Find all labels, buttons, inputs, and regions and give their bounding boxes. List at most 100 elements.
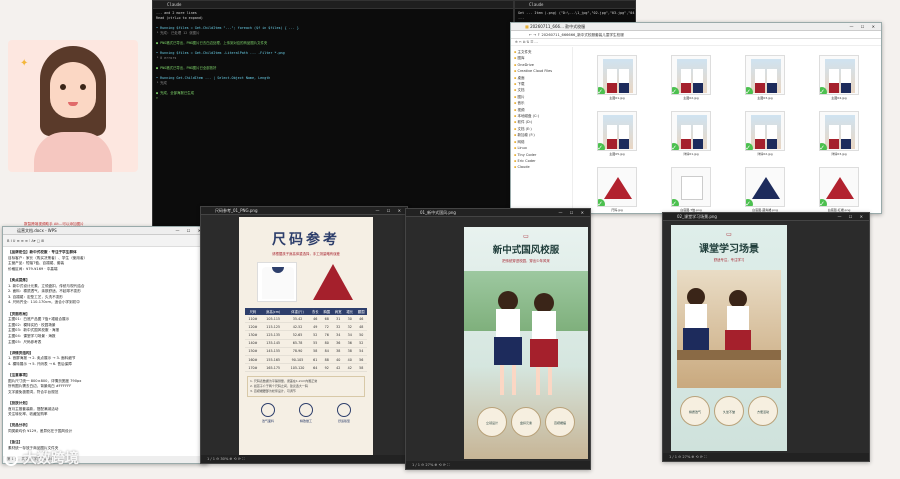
table-cell: 88 xyxy=(321,355,333,365)
file-name: 主图03.jpg xyxy=(757,96,773,100)
table-cell: 54 xyxy=(355,347,367,356)
checkmark-icon: ✓ xyxy=(820,87,827,94)
table-header: 体重(斤) xyxy=(285,308,310,315)
feature-circle-icon xyxy=(299,403,313,418)
sidebar-item-label: Claude xyxy=(517,165,530,170)
book-icon: ▭ xyxy=(523,233,529,240)
explorer-toolbar[interactable]: ⊕ ✂ ⧉ ⇅ ☰ … xyxy=(511,39,881,46)
viewer-title-bar[interactable]: 02_课堂学习场景.png — ☐ ✕ xyxy=(663,213,869,221)
file-name: 主图04.jpg xyxy=(831,96,847,100)
avatar-illustration xyxy=(30,46,116,172)
file-item[interactable]: ✓ 主图04.jpg xyxy=(819,55,859,100)
explorer-address-bar[interactable]: ← → ↑ 20260711_666666_新中式校服套装儿童学生校服 xyxy=(511,31,881,39)
feature-badge: 方便活动 xyxy=(748,396,778,426)
table-cell: 40 xyxy=(343,355,356,365)
explorer-sidebar[interactable]: ▪ 主文件夹 ▪ 图库 ▪ OneDrive ▪ Creative Cloud Fil… xyxy=(511,47,573,213)
image-viewer-classroom[interactable]: 02_课堂学习场景.png — ☐ ✕ ▭ 课堂学习场景 舒适专注，专注学习 棉质… xyxy=(662,212,870,462)
table-cell: 105-120 xyxy=(285,363,310,373)
file-item[interactable]: ✓ 详情02.jpg xyxy=(745,111,785,156)
checkmark-icon: ✓ xyxy=(598,143,605,150)
file-item[interactable]: ✓ 主图01.jpg xyxy=(597,55,637,100)
table-cell: 155-165 xyxy=(260,355,286,365)
image-viewer-size-chart[interactable]: 尺码参考_01_PNG.png — ☐ ✕ 尺码参考 请根据孩子身高体重选择，手工… xyxy=(200,206,408,464)
table-header: 尺码 xyxy=(245,308,261,315)
file-item[interactable]: ✓ 主图05.jpg xyxy=(597,111,637,156)
table-cell: 72 xyxy=(321,322,333,332)
table-cell: 50 xyxy=(355,330,367,340)
doc-body[interactable]: 【品牌定位】新中式校服 · 专注于学生群体 目标客户：家长（购买决策者）、学生（使… xyxy=(3,247,207,454)
sidebar-item-label: 图库 xyxy=(517,56,525,61)
sidebar-item-label: 新加卷 (F:) xyxy=(517,133,535,138)
table-row: 130# 125-135 52-65 52 76 34 34 50 xyxy=(245,330,367,340)
feature-badges: 棉质透气 久坐不皱 方便活动 xyxy=(671,396,787,426)
table-cell: 90-105 xyxy=(285,355,310,365)
file-thumbnail: ✓ xyxy=(745,111,785,151)
explorer-title-bar[interactable]: ■ 20260711_666... 款中式校服 — ☐ ✕ xyxy=(511,23,881,31)
terminal-prompt[interactable]: > xyxy=(153,96,513,101)
window-controls[interactable]: — ☐ ✕ xyxy=(850,23,878,30)
doc-title-bar[interactable]: 运营文档.docx - WPS — ☐ ✕ xyxy=(3,227,207,235)
checkmark-icon: ✓ xyxy=(746,87,753,94)
photo-thumb xyxy=(677,115,707,149)
sidebar-item-label: 文档 (E:) xyxy=(517,126,532,131)
terminal-title-bar[interactable]: Claude xyxy=(515,1,635,9)
terminal-window-left[interactable]: Claude ... and 2 more lines Read (ctrl+o… xyxy=(152,0,514,230)
feature-badge: 久坐不皱 xyxy=(714,396,744,426)
doc-toolbar[interactable]: B I U ≡ ≡ ≡ ⁝ A▾ ▢ ⊞ xyxy=(3,235,207,247)
file-item[interactable]: ✓ 白底图-红裙.png xyxy=(819,167,859,212)
viewer-footer[interactable]: 1 / 1 ⊖ 30% ⊕ ⟲ ⟳ ⛶ xyxy=(201,455,407,463)
table-cell: 105-115 xyxy=(260,315,286,324)
table-header: 胸围 xyxy=(321,308,333,315)
file-item[interactable]: ✓ 主图03.jpg xyxy=(745,55,785,100)
note-line: 3. 百褶裙腰部为松紧设计，可调节 xyxy=(250,389,296,394)
file-item[interactable]: ✓ 白底图-T恤.png xyxy=(671,167,711,212)
sidebar-item-label: Tiny Coder xyxy=(517,152,537,157)
skirt-thumb xyxy=(826,177,854,199)
table-cell: 65-78 xyxy=(285,339,310,348)
feature-label: 舒适版型 xyxy=(337,419,350,424)
document-window[interactable]: 运营文档.docx - WPS — ☐ ✕ B I U ≡ ≡ ≡ ⁝ A▾ ▢ … xyxy=(2,226,208,464)
file-item[interactable]: ✓ 主图02.jpg xyxy=(671,55,711,100)
file-item[interactable]: ✓ 详情01.jpg xyxy=(671,111,711,156)
viewer-footer[interactable]: 1 / 1 ⊖ 27% ⊕ ⟲ ⟳ ⛶ xyxy=(406,461,590,469)
table-row: 110# 105-115 35-42 46 68 31 30 46 xyxy=(245,315,367,324)
table-cell: 64 xyxy=(309,363,321,373)
table-cell: 84 xyxy=(321,347,333,356)
file-item[interactable]: ✓ 白底图-藏青裙.png xyxy=(745,167,785,212)
sidebar-item-label: OneDrive xyxy=(517,62,534,67)
file-item[interactable]: ✓ 尺码.jpg xyxy=(597,167,637,212)
back-arrow-icon[interactable]: ← → ↑ xyxy=(529,33,541,37)
viewer-footer[interactable]: 1 / 1 ⊖ 27% ⊕ ⟲ ⟳ ⛶ xyxy=(663,453,869,461)
viewer-title-bar[interactable]: 尺码参考_01_PNG.png — ☐ ✕ xyxy=(201,207,407,215)
file-name: 主图05.jpg xyxy=(609,152,625,156)
image-viewer-guofeng[interactable]: 01_新中式国风.png — ☐ ✕ ▭ 新中式国风校服 把传统穿进校园，穿出少年… xyxy=(405,208,591,470)
product-tshirt-image xyxy=(257,262,297,302)
viewer-title-bar[interactable]: 01_新中式国风.png — ☐ ✕ xyxy=(406,209,590,217)
feature-badge: 百褶裙摆 xyxy=(545,407,575,437)
sidebar-item-label: 软件 (D:) xyxy=(517,120,533,125)
file-thumbnail: ✓ xyxy=(819,167,859,207)
checkmark-icon: ✓ xyxy=(598,87,605,94)
table-cell: 110# xyxy=(245,315,261,324)
table-cell: 40 xyxy=(332,355,344,365)
file-explorer-window[interactable]: ■ 20260711_666... 款中式校服 — ☐ ✕ ← → ↑ 2026… xyxy=(510,22,882,214)
table-cell: 76 xyxy=(321,330,333,340)
checkmark-icon: ✓ xyxy=(746,199,753,206)
sidebar-item-label: 文档 xyxy=(517,88,525,93)
table-header: 裙长 xyxy=(343,308,356,315)
checkmark-icon: ✓ xyxy=(672,87,679,94)
checkmark-icon: ✓ xyxy=(598,199,605,206)
poster-heading: 尺码参考 xyxy=(272,232,340,248)
file-item[interactable]: ✓ 详情03.jpg xyxy=(819,111,859,156)
terminal-title-bar[interactable]: Claude xyxy=(153,1,513,9)
sparkle-icon: ✦ xyxy=(20,58,29,69)
sidebar-item-label: 图片 xyxy=(517,94,525,99)
explorer-file-grid[interactable]: ✓ 主图01.jpg ✓ 主图02.jpg ✓ 主图03.jpg ✓ 主图04.jpg ✓ 主图0… xyxy=(575,47,881,213)
file-thumbnail: ✓ xyxy=(745,167,785,207)
sidebar-item[interactable]: ▪ Claude xyxy=(511,164,572,170)
table-cell: 120# xyxy=(245,322,261,332)
sidebar-item-label: 本地磁盘 (C:) xyxy=(517,114,539,119)
desktop-avatar-card[interactable]: ✦ xyxy=(8,40,138,172)
table-cell: 52 xyxy=(355,339,367,348)
table-cell: 78-90 xyxy=(285,347,310,356)
